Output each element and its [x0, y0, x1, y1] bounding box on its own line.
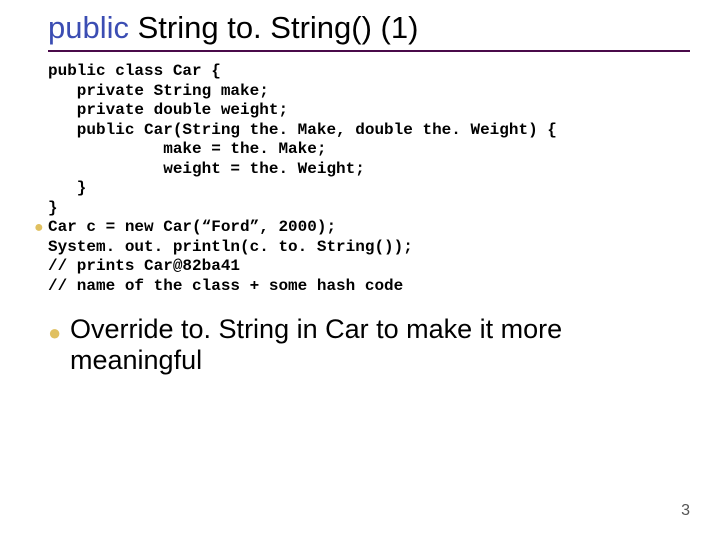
code-line: weight = the. Weight; — [48, 160, 365, 178]
code-line: public Car(String the. Make, double the.… — [48, 121, 557, 139]
code-line: Car c = new Car(“Ford”, 2000); — [48, 218, 336, 236]
code-line: make = the. Make; — [48, 140, 326, 158]
code-line: } — [48, 179, 86, 197]
title-rule — [48, 50, 690, 52]
bullet-icon: ● — [34, 218, 44, 238]
bullet-icon: ● — [48, 320, 61, 345]
code-line: // prints Car@82ba41 — [48, 257, 240, 275]
slide-title: public String to. String() (1) — [30, 10, 690, 46]
slide: public String to. String() (1) public cl… — [0, 0, 720, 540]
code-block: public class Car { private String make; … — [48, 62, 690, 296]
title-rest: String to. String() (1) — [129, 10, 418, 45]
code-line: } — [48, 199, 58, 217]
body-text: Override to. String in Car to make it mo… — [70, 314, 562, 375]
code-line: System. out. println(c. to. String()); — [48, 238, 413, 256]
title-keyword: public — [48, 10, 129, 45]
code-line: private double weight; — [48, 101, 288, 119]
code-line: private String make; — [48, 82, 269, 100]
code-line: // name of the class + some hash code — [48, 277, 403, 295]
code-line: public class Car { — [48, 62, 221, 80]
page-number: 3 — [681, 502, 690, 520]
body-bullet: ● Override to. String in Car to make it … — [48, 314, 690, 376]
